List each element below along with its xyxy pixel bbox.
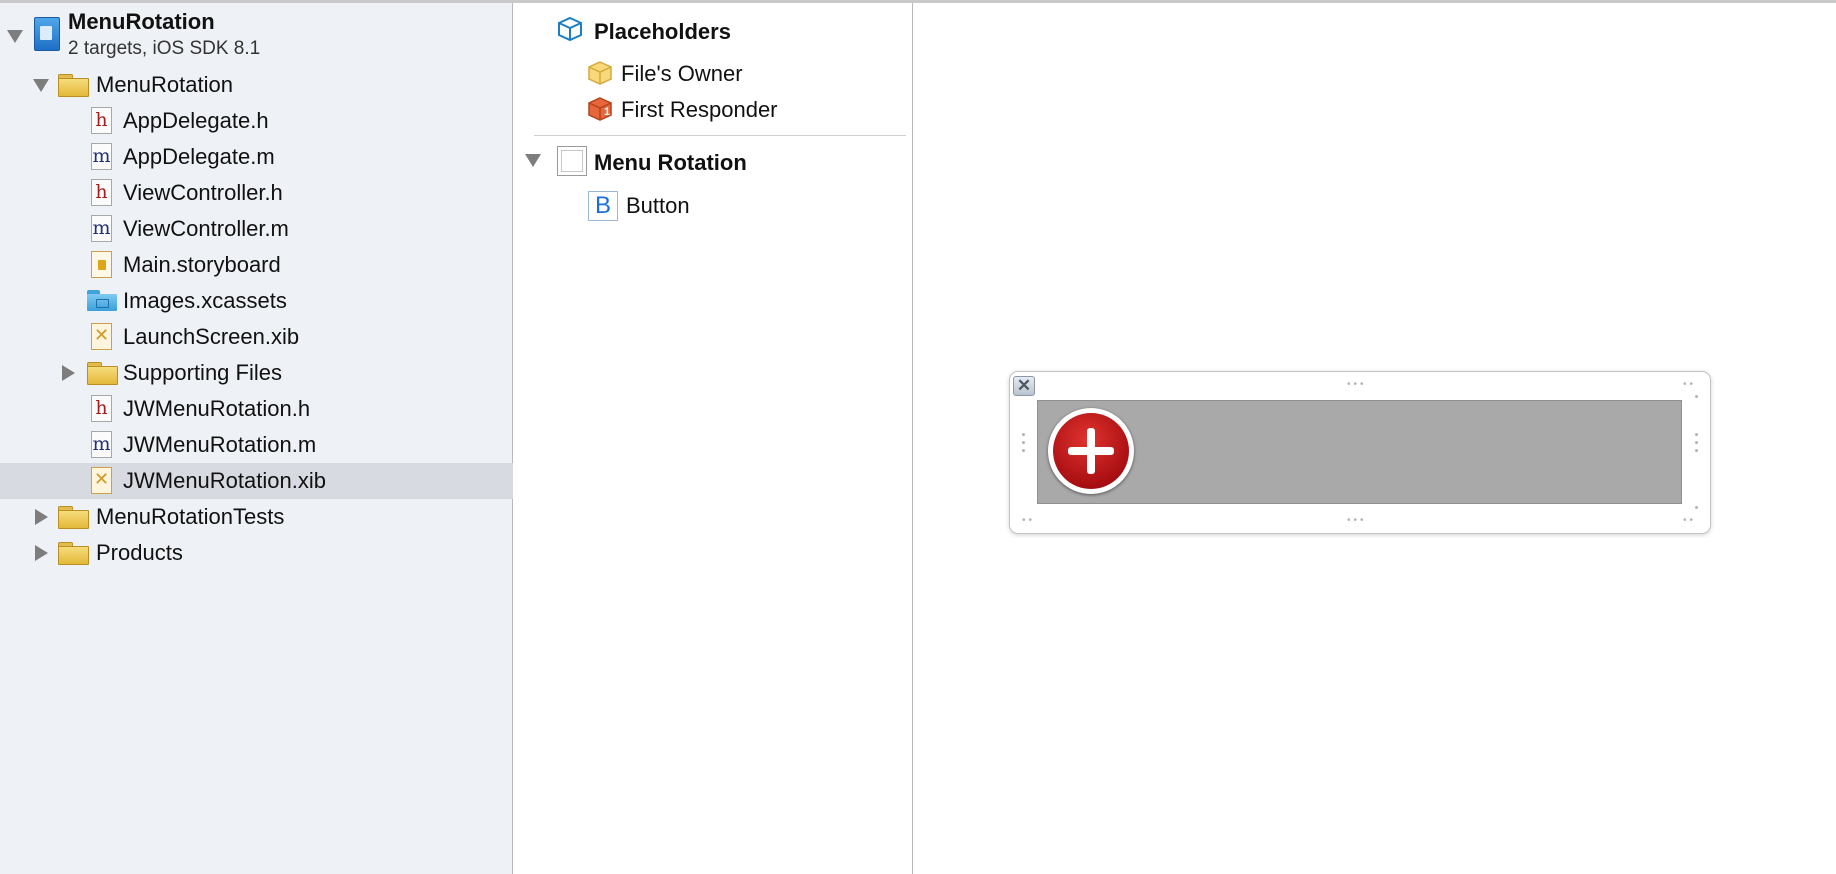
document-outline[interactable]: Placeholders File's Owner 1 First Respon… — [513, 3, 913, 874]
nav-item-jwmenurotation-m[interactable]: m JWMenuRotation.m — [0, 427, 513, 463]
xib-file-icon: ✕ — [91, 323, 112, 350]
storyboard-file-icon — [91, 251, 112, 278]
outline-separator — [534, 135, 906, 136]
header-file-icon: h — [91, 179, 112, 206]
resize-handle-right-top[interactable] — [1695, 395, 1699, 403]
nav-item-viewcontroller-m[interactable]: m ViewController.m — [0, 211, 513, 247]
disclosure-triangle-closed[interactable] — [35, 509, 48, 525]
first-responder-badge: 1 — [604, 106, 611, 118]
header-file-icon: h — [91, 395, 112, 422]
implementation-file-icon: m — [91, 215, 112, 242]
nav-item-supporting-files-group[interactable]: Supporting Files — [0, 355, 513, 391]
xib-file-icon: ✕ — [91, 467, 112, 494]
nav-item-images-xcassets[interactable]: Images.xcassets — [0, 283, 513, 319]
nav-item-label: JWMenuRotation.xib — [123, 468, 326, 493]
resize-handle-left[interactable] — [1022, 433, 1026, 457]
disclosure-triangle-menu-rotation[interactable] — [525, 154, 541, 167]
nav-item-label: JWMenuRotation.h — [123, 396, 311, 421]
resize-handle-right[interactable] — [1695, 433, 1699, 457]
interface-builder-canvas[interactable]: ✕ ••• ••• •• •• •• — [913, 3, 1836, 874]
nav-item-label: Products — [96, 540, 183, 565]
disclosure-triangle-project[interactable] — [7, 30, 23, 43]
resize-handle-top[interactable]: ••• — [1347, 380, 1367, 390]
add-menu-button[interactable] — [1048, 408, 1134, 494]
resize-handle-bottom-left[interactable]: •• — [1022, 516, 1035, 526]
folder-icon — [58, 506, 89, 529]
nav-item-label: LaunchScreen.xib — [123, 324, 300, 349]
project-subtitle: 2 targets, iOS SDK 8.1 — [68, 38, 261, 59]
outline-item-menu-rotation[interactable]: Menu Rotation — [594, 150, 747, 176]
nav-item-jwmenurotation-xib-selected[interactable]: ✕ JWMenuRotation.xib — [0, 463, 513, 499]
nav-item-products-group[interactable]: Products — [0, 535, 513, 571]
outline-item-files-owner[interactable]: File's Owner — [621, 61, 743, 87]
files-owner-cube-icon — [588, 61, 612, 85]
nav-item-menurotation-group[interactable]: MenuRotation — [0, 67, 513, 103]
nav-item-label: Images.xcassets — [123, 288, 287, 313]
button-icon: B — [588, 191, 618, 221]
nav-item-launchscreen-xib[interactable]: ✕ LaunchScreen.xib — [0, 319, 513, 355]
outline-item-button[interactable]: Button — [626, 193, 690, 219]
nav-item-label: JWMenuRotation.m — [123, 432, 317, 457]
placeholders-heading[interactable]: Placeholders — [594, 19, 731, 45]
resize-handle-top-right[interactable]: •• — [1683, 380, 1696, 390]
nav-item-label: AppDelegate.h — [123, 108, 269, 133]
folder-icon — [58, 542, 89, 565]
resize-handle-right-bottom[interactable] — [1695, 506, 1699, 514]
nav-item-label: Main.storyboard — [123, 252, 281, 277]
nav-item-label: ViewController.m — [123, 216, 289, 241]
resize-handle-bottom-right[interactable]: •• — [1683, 516, 1696, 526]
project-name[interactable]: MenuRotation — [68, 6, 215, 38]
outline-item-first-responder[interactable]: First Responder — [621, 97, 778, 123]
implementation-file-icon: m — [91, 431, 112, 458]
close-icon[interactable]: ✕ — [1013, 376, 1035, 396]
nav-item-label: MenuRotation — [96, 72, 233, 97]
asset-catalog-icon — [87, 290, 118, 312]
disclosure-triangle-closed[interactable] — [35, 545, 48, 561]
project-navigator[interactable]: MenuRotation 2 targets, iOS SDK 8.1 Menu… — [0, 3, 513, 874]
menu-rotation-view[interactable] — [1037, 400, 1682, 504]
xcode-project-icon — [34, 17, 60, 51]
nav-item-appdelegate-h[interactable]: h AppDelegate.h — [0, 103, 513, 139]
disclosure-triangle-closed[interactable] — [62, 365, 75, 381]
folder-icon — [58, 74, 89, 97]
disclosure-triangle-open[interactable] — [33, 79, 49, 92]
nav-item-label: AppDelegate.m — [123, 144, 275, 169]
nav-item-appdelegate-m[interactable]: m AppDelegate.m — [0, 139, 513, 175]
nav-item-label: Supporting Files — [123, 360, 282, 385]
folder-icon — [87, 362, 118, 385]
header-file-icon: h — [91, 107, 112, 134]
nav-item-main-storyboard[interactable]: Main.storyboard — [0, 247, 513, 283]
nav-item-menurotationtests-group[interactable]: MenuRotationTests — [0, 499, 513, 535]
resize-handle-bottom[interactable]: ••• — [1347, 516, 1367, 526]
placeholder-cube-icon — [558, 16, 582, 42]
plus-icon — [1053, 413, 1129, 489]
nav-item-label: MenuRotationTests — [96, 504, 285, 529]
nav-item-label: ViewController.h — [123, 180, 283, 205]
view-icon — [557, 146, 587, 176]
nav-item-viewcontroller-h[interactable]: h ViewController.h — [0, 175, 513, 211]
implementation-file-icon: m — [91, 143, 112, 170]
menu-rotation-view-frame[interactable]: ✕ ••• ••• •• •• •• — [1009, 371, 1711, 534]
nav-item-jwmenurotation-h[interactable]: h JWMenuRotation.h — [0, 391, 513, 427]
